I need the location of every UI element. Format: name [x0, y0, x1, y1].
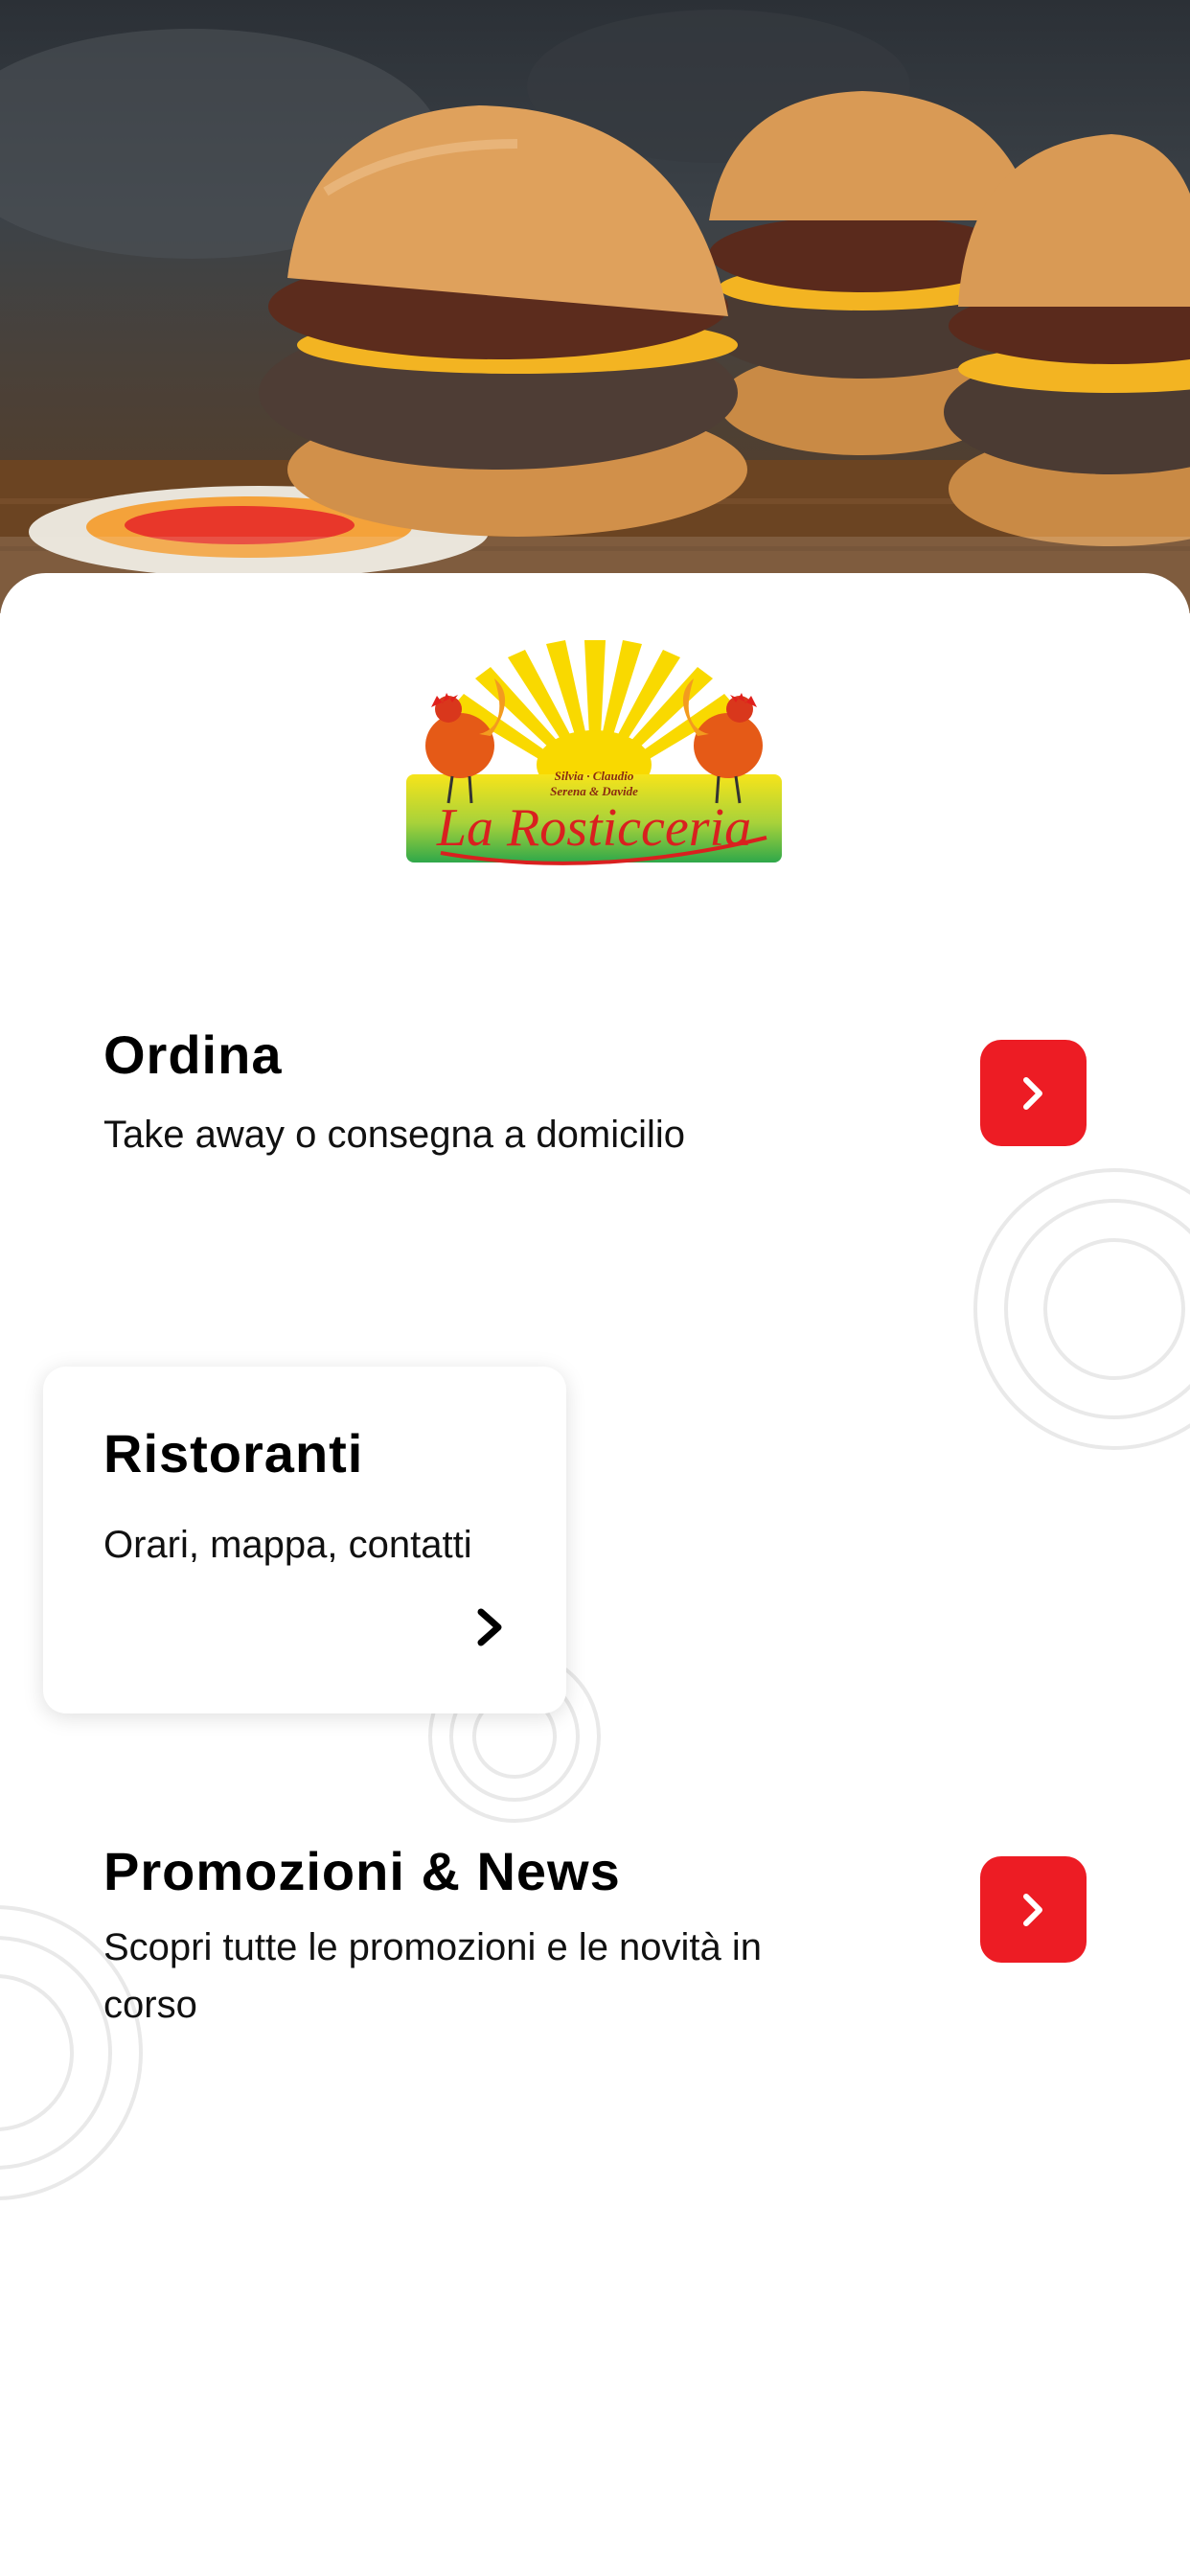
menu-item-promozioni[interactable]: Promozioni & News Scopri tutte le promoz… — [0, 1840, 1190, 2070]
chevron-right-icon[interactable] — [471, 1606, 510, 1648]
ordina-title: Ordina — [103, 1024, 283, 1085]
menu-item-ordina[interactable]: Ordina Take away o consegna a domicilio — [0, 1024, 1190, 1215]
ordina-button[interactable] — [980, 1040, 1087, 1146]
promozioni-button[interactable] — [980, 1856, 1087, 1963]
logo-names-line-2: Serena & Davide — [550, 784, 638, 798]
home-menu-sheet: Silvia · Claudio Serena & Davide La Rost… — [0, 573, 1190, 2576]
promozioni-subtitle: Scopri tutte le promozioni e le novità i… — [103, 1926, 763, 2026]
ristoranti-subtitle: Orari, mappa, contatti — [103, 1524, 472, 1566]
ordina-subtitle: Take away o consegna a domicilio — [103, 1114, 686, 1156]
la-rosticceria-logo: Silvia · Claudio Serena & Davide La Rost… — [406, 640, 782, 865]
menu-item-ristoranti[interactable]: Ristoranti Orari, mappa, contatti — [43, 1367, 566, 1714]
chevron-right-icon — [1022, 1076, 1042, 1110]
ristoranti-title: Ristoranti — [103, 1423, 364, 1484]
logo-names-line-1: Silvia · Claudio — [555, 769, 634, 783]
chevron-right-icon — [1022, 1893, 1042, 1926]
hero-burger-image — [0, 0, 1190, 613]
promozioni-title: Promozioni & News — [103, 1841, 621, 1901]
